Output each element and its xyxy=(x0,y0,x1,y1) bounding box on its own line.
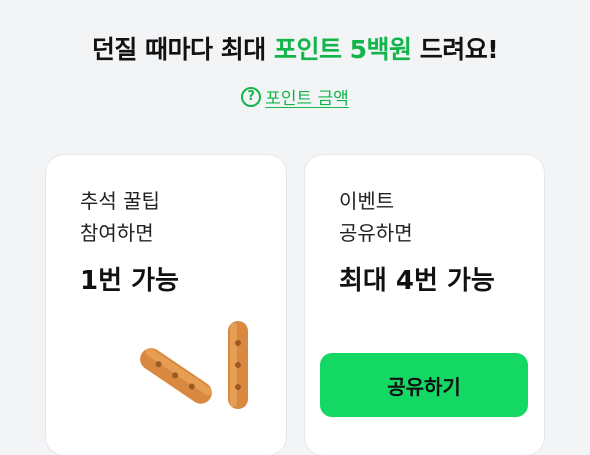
snack-stick-diagonal xyxy=(140,348,212,404)
headline-accent: 포인트 5백원 xyxy=(273,35,412,64)
headline-text-1: 던질 때마다 최대 xyxy=(91,35,274,64)
point-amount-link[interactable]: ? 포인트 금액 xyxy=(0,84,590,109)
headline-text-2: 드려요! xyxy=(411,35,499,64)
chuseok-tip-count: 1번 가능 xyxy=(80,266,179,296)
share-event-count: 최대 4번 가능 xyxy=(339,266,495,296)
share-event-card: 이벤트 공유하면 최대 4번 가능 공유하기 xyxy=(305,155,544,455)
page-headline: 던질 때마다 최대 포인트 5백원 드려요! xyxy=(0,30,590,66)
question-circle-icon: ? xyxy=(241,86,262,107)
card-line-2: 참여하면 xyxy=(80,221,154,245)
snack-stick-vertical xyxy=(228,321,248,409)
share-event-description: 이벤트 공유하면 xyxy=(339,185,413,249)
point-amount-link-label: 포인트 금액 xyxy=(265,89,349,109)
share-button[interactable]: 공유하기 xyxy=(320,353,528,417)
card-line-2: 공유하면 xyxy=(339,221,413,245)
snack-sticks-illustration xyxy=(140,321,248,409)
card-line-1: 추석 꿀팁 xyxy=(80,189,160,213)
chuseok-tip-card: 추석 꿀팁 참여하면 1번 가능 xyxy=(46,155,286,455)
card-line-1: 이벤트 xyxy=(339,189,395,213)
chuseok-tip-description: 추석 꿀팁 참여하면 xyxy=(80,185,160,249)
